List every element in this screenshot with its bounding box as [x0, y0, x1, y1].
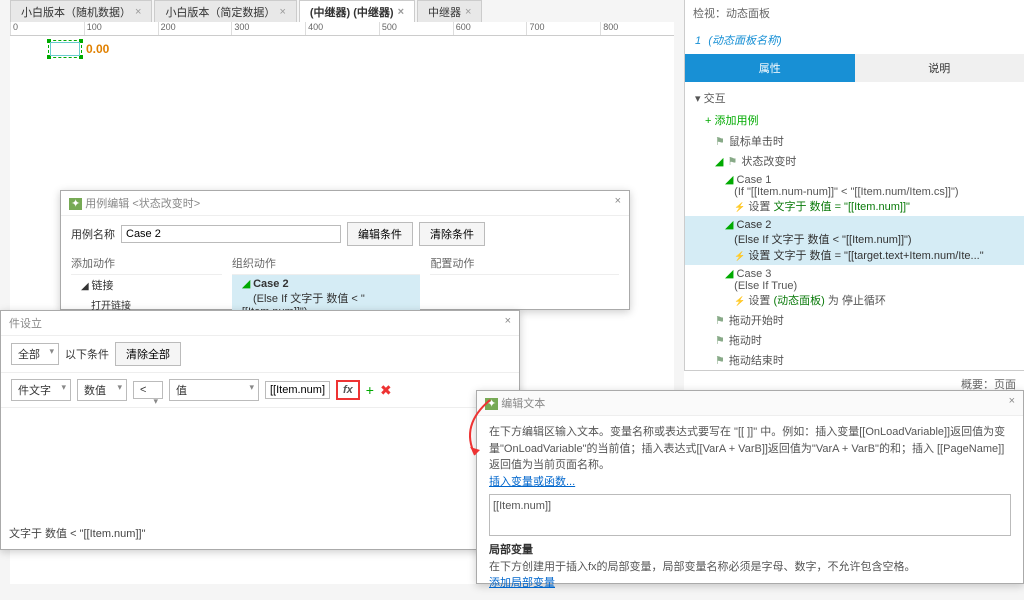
tree-link[interactable]: ◢ 链接 [71, 275, 222, 295]
tab-3[interactable]: (中继器) (中继器)× [299, 0, 415, 22]
insert-var-link[interactable]: 插入变量或函数... [489, 476, 575, 488]
ruler-horizontal: 0100200300400500600700800 [10, 22, 674, 36]
app-icon: ✦ [69, 198, 82, 210]
cond-label: 以下条件 [65, 346, 109, 362]
casename-input[interactable] [121, 225, 341, 243]
event-click[interactable]: ⚑鼠标单击时 [695, 131, 1014, 151]
flag-icon: ⚑ [715, 314, 725, 327]
inspector-title: 检视：动态面板 [685, 0, 1024, 26]
close-icon[interactable]: × [615, 195, 621, 211]
close-icon[interactable]: × [505, 315, 511, 331]
local-var-desc: 在下方创建用于插入fx的局部变量，局部变量名称必须是字母、数字，不允许包含空格。 [489, 559, 1011, 576]
dialog-title: 编辑文本 [501, 398, 545, 410]
type-select[interactable]: 件文字 [11, 379, 71, 401]
edit-text-dialog: ✦ 编辑文本 × 在下方编辑区输入文本。变量名称或表达式要写在 "[[ ]]" 中… [476, 390, 1024, 584]
tab-2[interactable]: 小白版本（简定数据）× [154, 0, 296, 22]
target-select[interactable]: 数值 [77, 379, 127, 401]
tab-notes[interactable]: 说明 [855, 54, 1024, 82]
col-config: 配置动作 [430, 252, 619, 275]
close-icon[interactable]: × [279, 6, 285, 18]
valtype-select[interactable]: 值 [169, 379, 259, 401]
event-statechange[interactable]: ◢⚑状态改变时 [695, 151, 1014, 171]
value-input[interactable] [265, 381, 330, 399]
add-case-link[interactable]: 添加用例 [695, 109, 1014, 131]
op-select[interactable]: < [133, 381, 163, 399]
tab-properties[interactable]: 属性 [685, 54, 855, 82]
flag-icon: ⚑ [715, 135, 725, 148]
tab-4[interactable]: 中继器× [417, 0, 482, 22]
event-drag[interactable]: ⚑拖动时 [695, 330, 1014, 350]
event-dragstart[interactable]: ⚑拖动开始时 [695, 310, 1014, 330]
col-organize: 组织动作 [232, 252, 421, 275]
dialog-title: 件设立 [9, 315, 42, 331]
tab-1[interactable]: 小白版本（随机数据）× [10, 0, 152, 22]
close-icon[interactable]: × [465, 6, 471, 18]
flag-icon: ⚑ [715, 334, 725, 347]
condition-output: 文字于 数值 < "[[Item.num]]" [9, 525, 145, 541]
section-interactions: ▾ 交互 [695, 87, 1014, 109]
widget-name[interactable]: 1 (动态面板名称) [685, 26, 1024, 54]
event-dragend[interactable]: ⚑拖动结束时 [695, 350, 1014, 370]
flag-icon: ⚑ [715, 354, 725, 367]
widget-box[interactable] [50, 42, 80, 56]
fx-button[interactable]: fx [336, 380, 360, 400]
case-1[interactable]: ◢ Case 1 (If "[[Item.num-num]]" < "[[Ite… [695, 171, 1014, 216]
delete-icon[interactable]: ✖ [380, 382, 392, 399]
case-editor-dialog: ✦ 用例编辑 <状态改变时> × 用例名称 编辑条件 清除条件 添加动作 ◢ 链接… [60, 190, 630, 310]
clear-all-button[interactable]: 清除全部 [115, 342, 181, 366]
flag-icon: ⚑ [727, 155, 737, 168]
widget-value-label: 0.00 [86, 42, 109, 56]
label-casename: 用例名称 [71, 226, 115, 242]
inspector-tabs: 属性 说明 [685, 54, 1024, 82]
plus-icon[interactable]: + [366, 382, 374, 398]
close-icon[interactable]: × [135, 6, 141, 18]
editor-tabs: 小白版本（随机数据）× 小白版本（简定数据）× (中继器) (中继器)× 中继器… [10, 0, 482, 22]
app-icon: ✦ [485, 398, 498, 410]
description-text: 在下方编辑区输入文本。变量名称或表达式要写在 "[[ ]]" 中。例如：插入变量… [489, 424, 1011, 474]
edit-condition-button[interactable]: 编辑条件 [347, 222, 413, 246]
case-2-selected[interactable]: ◢ Case 2 (Else If 文字于 数值 < "[[Item.num]]… [685, 216, 1024, 265]
case-3[interactable]: ◢ Case 3 (Else If True) 设置 (动态面板) 为 停止循环 [695, 265, 1014, 310]
expression-textarea[interactable]: [[Item.num]] [489, 494, 1011, 536]
chevron-down-icon: ◢ [715, 155, 723, 168]
add-local-var-link[interactable]: 添加局部变量 [489, 577, 555, 589]
dialog-title: 用例编辑 <状态改变时> [85, 198, 200, 210]
local-var-heading: 局部变量 [489, 542, 1011, 559]
col-add-action: 添加动作 [71, 252, 222, 275]
close-icon[interactable]: × [398, 6, 404, 18]
close-icon[interactable]: × [1009, 395, 1015, 411]
match-select[interactable]: 全部 [11, 343, 59, 365]
clear-condition-button[interactable]: 清除条件 [419, 222, 485, 246]
condition-dialog: 件设立 × 全部 以下条件 清除全部 件文字 数值 < 值 fx + ✖ 文字于 … [0, 310, 520, 550]
